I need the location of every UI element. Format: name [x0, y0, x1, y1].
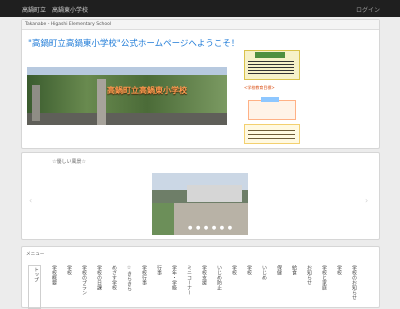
menu-item[interactable]: ミニコーナー [180, 265, 192, 305]
menu-item[interactable]: 保健 [270, 265, 282, 305]
school-subheader: Takanabe - Higashi Elementary School [22, 20, 379, 30]
menu-item[interactable]: いじめ防止 [210, 265, 222, 305]
school-goal-tag: <学校教育目標> [244, 85, 275, 90]
menu-panel: メニュー トップ 学校概要 学校 学校のプラン 学校の日課 めざす学校 ☆きらき… [21, 246, 380, 309]
menu-item[interactable]: いじめ [255, 265, 267, 305]
gallery-prev-arrow-icon[interactable]: ‹ [29, 196, 35, 205]
login-link[interactable]: ログイン [356, 5, 380, 14]
menu-item[interactable]: トップ [28, 265, 41, 309]
goal-card [248, 97, 296, 120]
menu-grid: トップ 学校概要 学校 学校のプラン 学校の日課 めざす学校 ☆きらきら 学校行… [28, 265, 378, 309]
menu-item[interactable]: 学校概要 [45, 265, 57, 305]
welcome-panel: Takanabe - Higashi Elementary School "高鍋… [21, 19, 380, 149]
menu-item[interactable]: めざす学校 [105, 265, 117, 305]
menu-item[interactable]: ☆きらきら [120, 265, 132, 305]
menu-item[interactable]: 学校と家庭 [315, 265, 327, 305]
menu-item[interactable]: 学校 [225, 265, 237, 305]
menu-item[interactable]: 行事 [150, 265, 162, 305]
gallery-panel: ☆優しい風景☆ ‹ ● ● ● ● ● ● › [21, 152, 380, 240]
gallery-next-arrow-icon[interactable]: › [365, 196, 371, 205]
school-goal-board [244, 50, 300, 80]
menu-item[interactable]: 学年・学級 [165, 265, 177, 305]
school-name-english: Takanabe - Higashi Elementary School [25, 22, 112, 27]
gallery-pagination[interactable]: ● ● ● ● ● ● [188, 225, 233, 231]
menu-item[interactable]: 学校支援 [195, 265, 207, 305]
yellow-note-box [244, 124, 300, 144]
menu-item[interactable]: 学校 [60, 265, 72, 305]
menu-item[interactable]: 学校の日課 [90, 265, 102, 305]
menu-item[interactable]: 学校のお知らせ [345, 265, 357, 305]
hero-photo: 高鍋町立高鍋東小学校 [27, 67, 227, 125]
site-title[interactable]: 高鍋町立 高鍋東小学校 [22, 5, 88, 14]
menu-item[interactable]: 学校 [240, 265, 252, 305]
top-bar: 高鍋町立 高鍋東小学校 ログイン [0, 0, 400, 17]
menu-item[interactable]: 学校のプラン [75, 265, 87, 305]
menu-item[interactable]: 給食 [285, 265, 297, 305]
menu-item[interactable]: 学校 [330, 265, 342, 305]
menu-item[interactable]: お知らせ [300, 265, 312, 305]
menu-item[interactable]: 学校行事 [135, 265, 147, 305]
welcome-heading: "高鍋町立高鍋東小学校"公式ホームページへようこそ！ [28, 39, 240, 49]
gallery-title: ☆優しい風景☆ [52, 159, 86, 165]
hero-school-label: 高鍋町立高鍋東小学校 [107, 85, 187, 95]
menu-title: メニュー [26, 252, 45, 257]
